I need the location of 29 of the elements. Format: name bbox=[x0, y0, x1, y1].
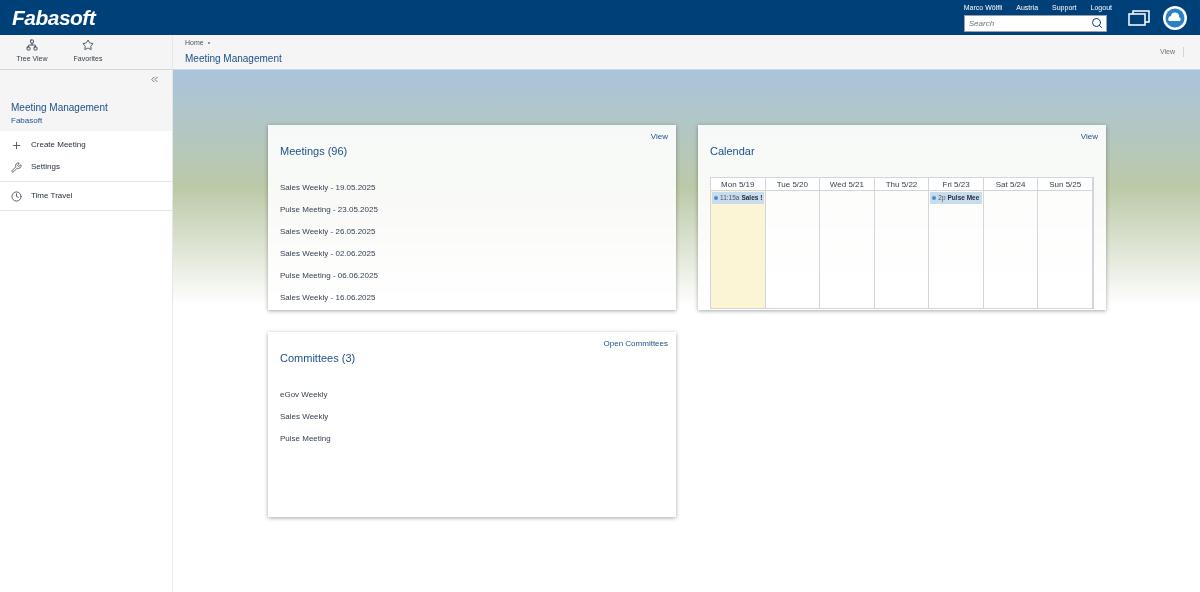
sidebar-item[interactable]: Create Meeting bbox=[0, 134, 172, 156]
committee-link[interactable]: eGov Weekly bbox=[280, 383, 664, 406]
meeting-link[interactable]: Pulse Meeting - 06.06.2025 bbox=[280, 264, 664, 287]
day-header: Mon 5/19 bbox=[711, 177, 765, 191]
day-column[interactable]: Tue 5/20 bbox=[765, 177, 821, 308]
day-column[interactable]: Sun 5/25 bbox=[1038, 177, 1093, 308]
committee-link[interactable]: Pulse Meeting bbox=[280, 427, 664, 450]
meeting-link[interactable]: Sales Weekly - 26.05.2025 bbox=[280, 220, 664, 243]
sidebar-item[interactable]: Time Travel bbox=[0, 185, 172, 207]
meeting-link[interactable]: Sales Weekly - 16.06.2025 bbox=[280, 286, 664, 309]
card-link[interactable]: View bbox=[1080, 131, 1098, 143]
sidebar-item[interactable]: Settings bbox=[0, 156, 172, 178]
search-field[interactable]: Search bbox=[963, 15, 1107, 33]
sidebar-title: Meeting Management bbox=[11, 101, 109, 115]
card-link[interactable]: View bbox=[650, 131, 668, 143]
committee-link[interactable]: Sales Weekly bbox=[280, 405, 664, 428]
sidebar-subtitle: Fabasoft bbox=[11, 115, 44, 127]
logo: Fabasoft bbox=[12, 4, 96, 31]
day-column[interactable]: Thu 5/22 bbox=[874, 177, 930, 308]
card-title: Committees (3) bbox=[280, 351, 357, 366]
page-title: Meeting Management bbox=[185, 52, 282, 67]
meeting-link[interactable]: Pulse Meeting - 23.05.2025 bbox=[280, 198, 664, 221]
card-title: Calendar bbox=[710, 144, 756, 159]
card-title: Meetings (96) bbox=[280, 144, 349, 159]
meeting-link[interactable]: Sales Weekly - 19.05.2025 bbox=[280, 176, 664, 199]
card-link[interactable]: Open Committees bbox=[603, 338, 668, 350]
day-column[interactable]: Sat 5/24 bbox=[983, 177, 1039, 308]
day-column[interactable]: Wed 5/21 bbox=[820, 177, 875, 308]
meeting-link[interactable]: Sales Weekly - 02.06.2025 bbox=[280, 242, 664, 265]
